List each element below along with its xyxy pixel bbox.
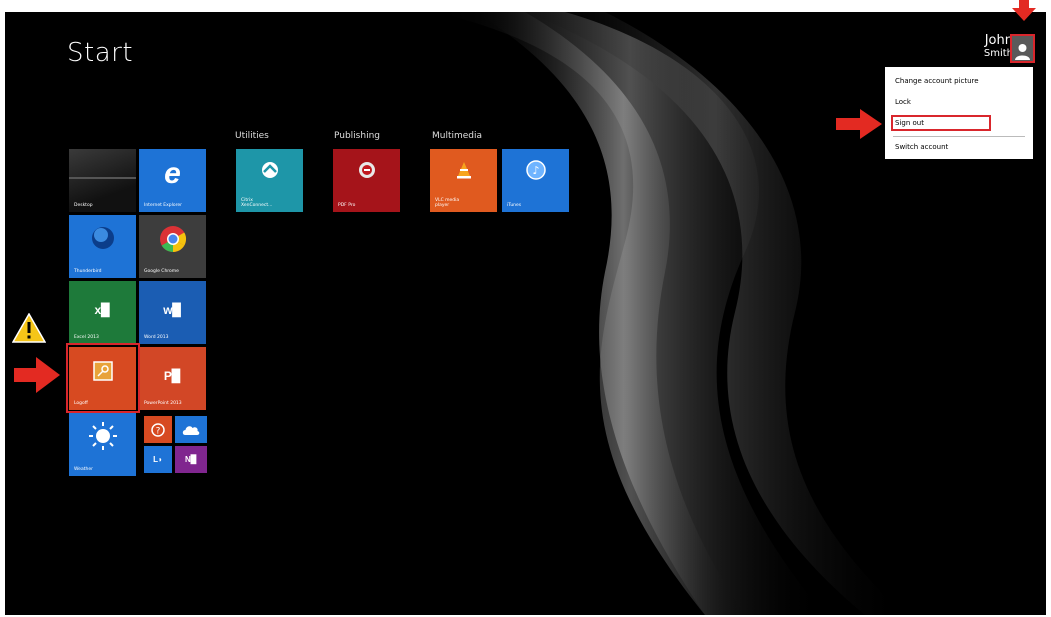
tile-vlc[interactable]: VLC media player [430,149,497,212]
menu-item-lock[interactable]: Lock [895,96,911,108]
tile-onenote[interactable]: N▉ [175,446,207,473]
avatar-button[interactable] [1010,34,1035,63]
arrow-right-icon [836,109,882,139]
start-screen: Start John Smith Change account picture … [5,12,1046,615]
user-icon [1015,44,1030,60]
group-label-utilities: Utilities [235,131,269,141]
tile-citrix[interactable]: Citrix XenConnect... [236,149,303,212]
onenote-icon: N▉ [185,455,197,464]
arrow-right-icon [14,357,60,393]
user-last-name: Smith [983,48,1013,59]
tile-label: PowerPoint 2013 [144,401,182,406]
arrow-down-icon [1012,0,1036,21]
cloud-icon [175,416,207,443]
itunes-icon: ♪ [502,160,569,185]
tile-pdf-pro[interactable]: PDF Pro [333,149,400,212]
tile-label: Google Chrome [144,269,179,274]
tile-label: Citrix XenConnect... [241,198,273,208]
svg-text:?: ? [156,426,161,436]
tile-label: VLC media player [435,198,460,208]
group-label-multimedia: Multimedia [432,131,483,141]
tile-label: Thunderbird [74,269,102,274]
tile-lync[interactable]: L◗ [144,446,172,473]
tile-word[interactable]: w▉ Word 2013 [139,281,206,344]
tile-help[interactable]: ? [144,416,172,443]
warning-icon [12,313,46,343]
tile-label: Excel 2013 [74,335,99,340]
tile-desktop[interactable]: Desktop [69,149,136,212]
lync-icon: L◗ [153,455,163,464]
tile-excel[interactable]: x▉ Excel 2013 [69,281,136,344]
tile-label: PDF Pro [338,203,356,208]
logoff-highlight [66,343,140,413]
sign-out-highlight [891,115,991,131]
thunderbird-icon [69,225,136,256]
menu-item-switch-account[interactable]: Switch account [895,141,948,153]
citrix-icon [236,161,303,184]
powerpoint-icon: P▉ [163,369,182,383]
help-icon: ? [144,416,172,443]
tile-internet-explorer[interactable]: e Internet Explorer [139,149,206,212]
excel-icon: x▉ [94,303,111,317]
tile-label: Desktop [74,203,93,208]
tile-itunes[interactable]: ♪ iTunes [502,149,569,212]
tile-weather[interactable]: Weather [69,413,136,476]
tile-label: Word 2013 [144,335,169,340]
svg-text:♪: ♪ [532,164,539,177]
tile-powerpoint[interactable]: P▉ PowerPoint 2013 [139,347,206,410]
group-label-publishing: Publishing [334,131,380,141]
tile-thunderbird[interactable]: Thunderbird [69,215,136,278]
user-name[interactable]: John Smith [984,34,1013,60]
desktop-tile-streak [69,177,136,179]
menu-item-change-picture[interactable]: Change account picture [895,75,979,87]
account-menu: Change account picture Lock Sign out Swi… [885,67,1033,159]
pdf-icon [333,161,400,184]
word-icon: w▉ [163,303,182,317]
menu-divider [893,136,1025,137]
tile-label: iTunes [507,203,522,208]
tile-google-chrome[interactable]: Google Chrome [139,215,206,278]
internet-explorer-icon: e [164,157,181,190]
page-title: Start [67,38,134,68]
tile-onedrive[interactable] [175,416,207,443]
user-first-name: John [984,33,1013,48]
vlc-cone-icon [430,161,497,184]
tile-label: Weather [74,467,93,472]
tile-label: Internet Explorer [144,203,183,208]
chrome-icon [139,225,206,258]
sun-icon [69,421,136,456]
